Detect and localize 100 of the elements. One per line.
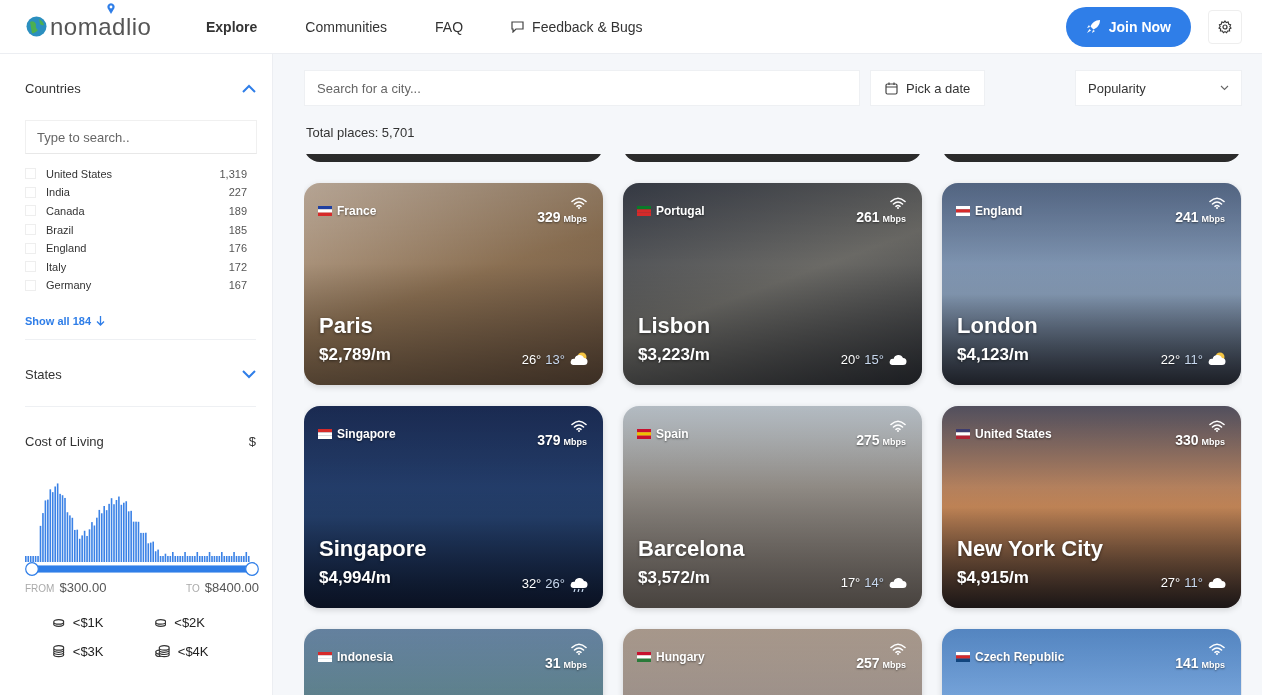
flag-icon [637, 652, 651, 662]
country-name: Italy [46, 260, 68, 273]
high-temperature: 32° [521, 575, 542, 591]
cost-filter-chip[interactable]: <$1K [53, 615, 155, 631]
cost-filter-chip[interactable]: <$4K [154, 644, 256, 660]
nav-link[interactable]: FAQ [435, 18, 464, 35]
sun-cloud-icon [569, 351, 589, 367]
country-name: Czech Republic [975, 650, 1065, 664]
speed-unit: Mbps [882, 660, 906, 670]
city-name: Singapore [319, 536, 427, 562]
flag-icon [956, 429, 970, 439]
country-count: 189 [228, 205, 247, 217]
city-card[interactable]: Indonesia 31 Mbps [304, 629, 603, 695]
comment-icon [511, 20, 525, 33]
settings-icon [1218, 19, 1232, 34]
speed-unit: Mbps [563, 660, 587, 670]
country-name: Singapore [337, 427, 396, 441]
chevron-down-icon [242, 369, 256, 379]
speed-unit: Mbps [882, 214, 906, 224]
high-temperature: 17° [840, 574, 861, 590]
internet-speed: 241 [1175, 209, 1199, 225]
wifi-icon [1209, 197, 1225, 209]
section-title: Countries [25, 80, 81, 96]
monthly-cost: $3,223/m [638, 345, 710, 365]
nav-link[interactable]: Explore [206, 18, 258, 35]
country-count: 167 [228, 279, 247, 292]
internet-speed: 330 [1175, 432, 1199, 448]
rocket-icon [1085, 19, 1101, 34]
country-name: England [46, 242, 88, 255]
speed-unit: Mbps [1201, 437, 1225, 447]
flag-icon [637, 429, 651, 439]
pick-date-button[interactable]: Pick a date [870, 70, 986, 106]
city-name: Lisbon [638, 313, 711, 339]
expand-toggle[interactable] [242, 369, 256, 379]
city-card[interactable]: France 329 Mbps Paris $2,789/m 26° 13° [304, 183, 603, 385]
sort-dropdown[interactable]: Popularity [1075, 70, 1242, 106]
section-title: States [25, 366, 62, 382]
low-temperature: 26° [545, 575, 565, 591]
from-value: $300.00 [59, 580, 107, 596]
monthly-cost: $4,123/m [957, 345, 1029, 365]
internet-speed: 261 [856, 209, 880, 225]
speed-unit: Mbps [882, 437, 906, 447]
wifi-icon [571, 643, 587, 655]
join-now-button[interactable]: Join Now [1065, 6, 1191, 47]
internet-speed: 329 [537, 209, 561, 225]
logo-text: nomadlio [50, 12, 152, 41]
low-temperature: 14° [864, 574, 884, 590]
cost-filter-chip[interactable]: <$2K [154, 615, 256, 631]
settings-button[interactable] [1208, 9, 1242, 44]
wifi-icon [1209, 420, 1225, 432]
city-card[interactable]: Singapore 379 Mbps Singapore $4,994/m 32° 26° [304, 406, 603, 608]
country-count: 1,319 [219, 167, 247, 180]
wifi-icon [1209, 643, 1225, 655]
flag-icon [956, 652, 970, 662]
city-card[interactable]: Portugal 261 Mbps Lisbon $3,223/m 20° 15° [623, 183, 922, 385]
country-search-field[interactable]: Type to search.. [25, 120, 257, 154]
country-name: Canada [46, 205, 86, 217]
wifi-icon [890, 197, 906, 209]
low-temperature: 13° [545, 351, 565, 367]
flag-icon [318, 206, 332, 216]
cost-filter-chip[interactable]: <$3K [53, 644, 155, 660]
nav-link[interactable]: Feedback & Bugs [511, 18, 643, 35]
city-card[interactable]: England 241 Mbps London $4,123/m 22° 11° [942, 183, 1241, 385]
country-name: Spain [656, 427, 689, 441]
country-name: France [337, 204, 377, 218]
collapse-toggle[interactable] [242, 83, 256, 93]
coins-icon [53, 618, 65, 627]
sun-cloud-icon [1207, 351, 1227, 367]
section-title: Cost of Living [25, 433, 104, 449]
calendar-icon [885, 81, 898, 95]
coins-icon [53, 645, 65, 658]
city-name: Paris [319, 313, 373, 339]
city-name: New York City [957, 536, 1103, 562]
chevron-up-icon [242, 83, 256, 93]
city-card[interactable]: Spain 275 Mbps Barcelona $3,572/m 17° 14° [623, 406, 922, 608]
wifi-icon [571, 197, 587, 209]
country-name: United States [46, 167, 114, 180]
flag-icon [956, 206, 970, 216]
nav-link[interactable]: Communities [305, 18, 388, 35]
coins-icon [154, 618, 167, 627]
monthly-cost: $4,994/m [319, 568, 391, 588]
internet-speed: 31 [544, 655, 561, 671]
low-temperature: 15° [864, 351, 884, 367]
high-temperature: 20° [840, 351, 861, 367]
country-name: Germany [46, 279, 93, 292]
country-name: United States [975, 427, 1052, 441]
show-all-link[interactable]: Show all 184 [25, 315, 106, 328]
wifi-icon [890, 420, 906, 432]
globe-logo-icon [26, 16, 47, 37]
country-count: 176 [228, 242, 247, 255]
city-name: London [957, 313, 1038, 339]
to-label: TO [186, 583, 200, 595]
city-card[interactable]: United States 330 Mbps New York City $4,915/m 27° 11° [942, 406, 1241, 608]
country-count: 172 [228, 260, 247, 273]
country-count: 227 [228, 186, 247, 199]
arrow-down-icon [96, 316, 106, 327]
cost-range-slider[interactable] [25, 562, 261, 577]
chevron-down-icon [1220, 85, 1229, 91]
coins-icon [154, 645, 170, 658]
city-search-field[interactable]: Search for a city... [304, 70, 860, 106]
